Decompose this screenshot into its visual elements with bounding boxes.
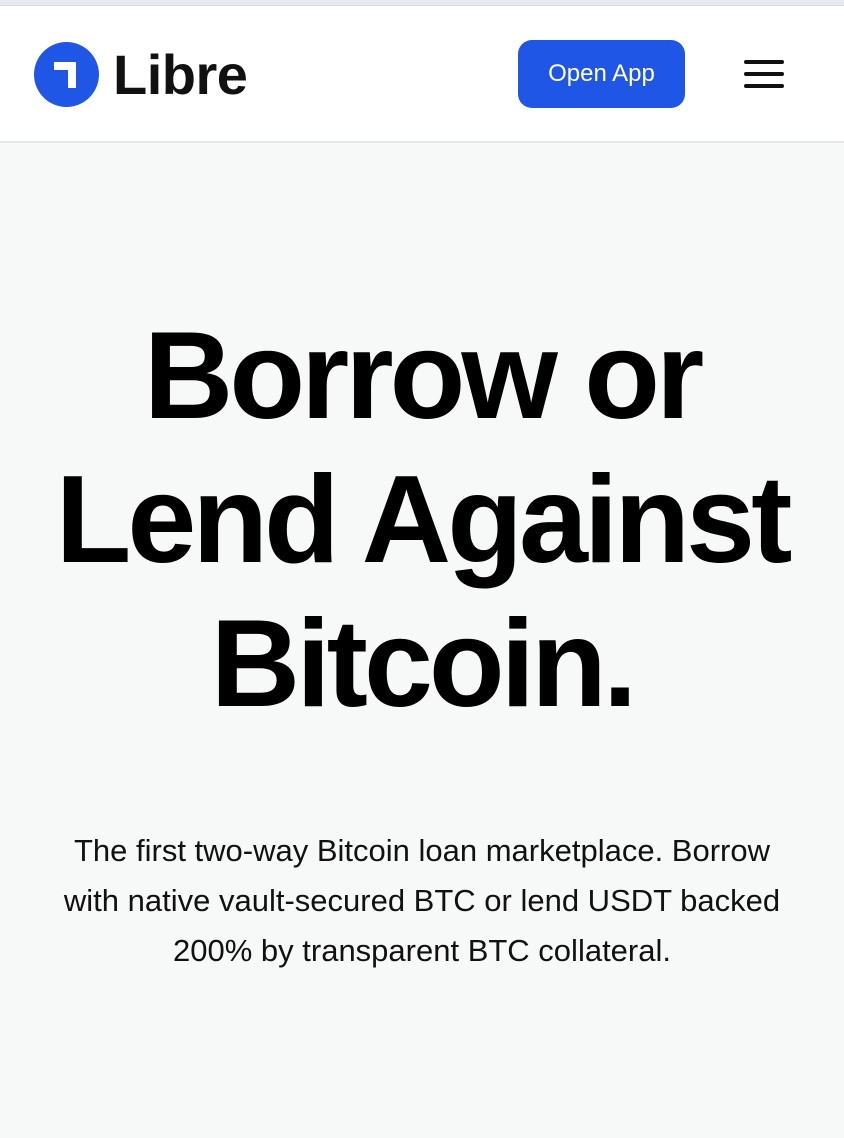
site-header: Libre Open App <box>0 6 844 143</box>
brand-link[interactable]: Libre <box>34 42 248 107</box>
hero-title: Borrow or Lend Against Bitcoin. <box>0 304 844 736</box>
libre-logo-icon <box>34 42 99 107</box>
open-app-button[interactable]: Open App <box>518 40 685 108</box>
hamburger-menu-icon[interactable] <box>742 56 786 92</box>
hero-title-line: Bitcoin. <box>210 595 638 733</box>
brand-name: Libre <box>113 42 248 106</box>
hero-subtitle: The first two-way Bitcoin loan marketpla… <box>63 833 781 968</box>
hero-title-line: Borrow or <box>143 307 704 445</box>
hero-title-line: Lend Against <box>55 451 793 589</box>
